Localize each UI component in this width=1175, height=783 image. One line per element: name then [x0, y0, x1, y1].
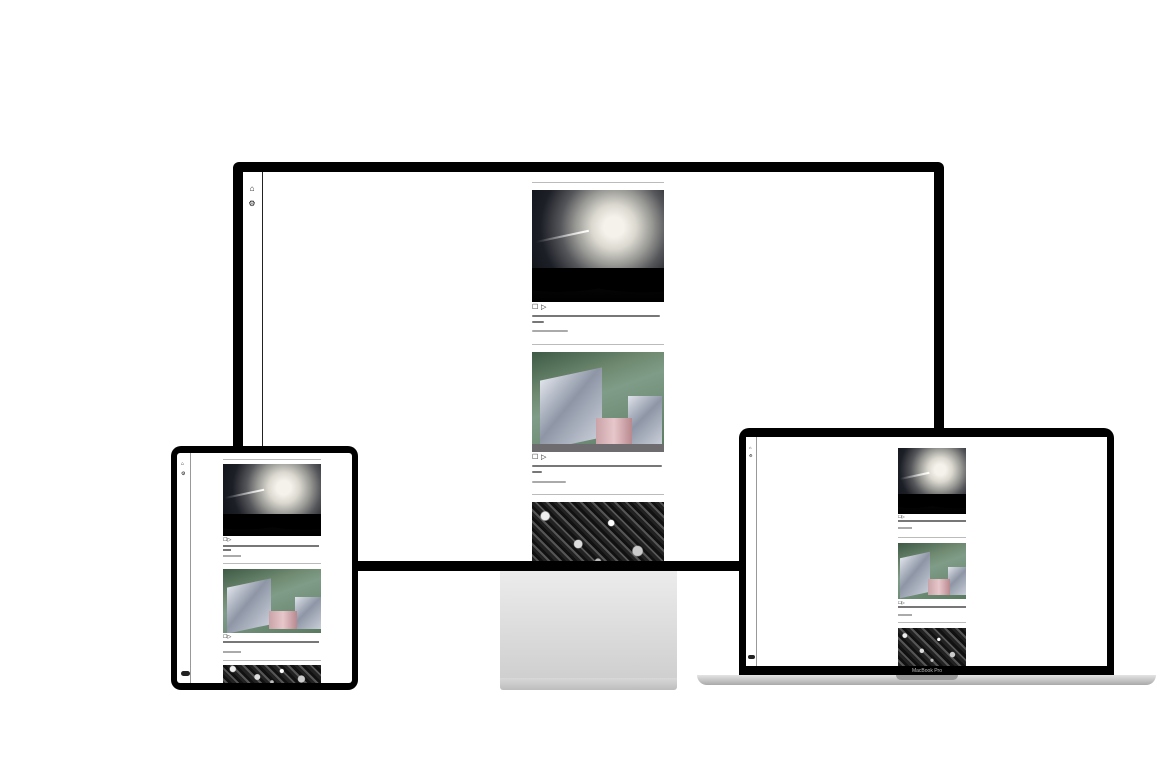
post-divider	[532, 344, 664, 345]
post-image-rocks[interactable]	[898, 628, 966, 666]
post-actions[interactable]: ☐▷	[223, 635, 231, 640]
post-image-wall[interactable]	[532, 352, 664, 452]
post-actions[interactable]: ☐▷	[898, 601, 905, 605]
share-icon[interactable]: ▷	[541, 304, 548, 311]
post-image-wall[interactable]	[223, 569, 321, 633]
post-caption	[532, 465, 662, 467]
tablet-screen: ⌂ ⚙ ☐▷ ☐▷	[177, 453, 352, 683]
post-actions[interactable]: ☐▷	[898, 515, 905, 519]
post-image-rocks[interactable]	[532, 502, 664, 561]
comment-icon[interactable]: ☐	[532, 304, 539, 311]
post-caption	[532, 471, 542, 473]
monitor-stand-base	[500, 678, 677, 690]
laptop-notch	[896, 675, 958, 680]
post-caption	[532, 321, 544, 323]
post-image-moon[interactable]	[898, 448, 966, 514]
post-image-moon[interactable]	[532, 190, 664, 302]
laptop-label: MacBook Pro	[911, 668, 942, 674]
post-divider	[532, 494, 664, 495]
gear-icon[interactable]: ⚙	[749, 453, 753, 458]
post-image-wall[interactable]	[898, 543, 966, 599]
post-image-moon[interactable]	[223, 464, 321, 536]
home-icon[interactable]: ⌂	[181, 461, 184, 467]
post-meta	[532, 481, 566, 483]
gear-icon[interactable]: ⚙	[181, 471, 185, 477]
home-icon[interactable]: ⌂	[749, 445, 751, 450]
laptop-screen: ⌂ ⚙ ☐▷ ☐▷	[746, 437, 1107, 666]
share-icon[interactable]: ▷	[541, 454, 548, 461]
monitor-stand	[500, 571, 677, 679]
gear-icon[interactable]: ⚙	[247, 199, 257, 209]
toggle-icon[interactable]	[748, 655, 755, 659]
home-icon[interactable]: ⌂	[247, 184, 257, 194]
post-caption	[532, 315, 660, 317]
toggle-icon[interactable]	[181, 671, 190, 676]
post-actions[interactable]: ☐▷	[223, 538, 231, 543]
comment-icon[interactable]: ☐	[532, 454, 539, 461]
post-actions: ☐ ▷	[532, 304, 548, 312]
post-divider	[532, 182, 664, 183]
post-actions: ☐ ▷	[532, 454, 548, 462]
post-image-rocks[interactable]	[223, 665, 321, 683]
post-meta	[532, 330, 568, 332]
